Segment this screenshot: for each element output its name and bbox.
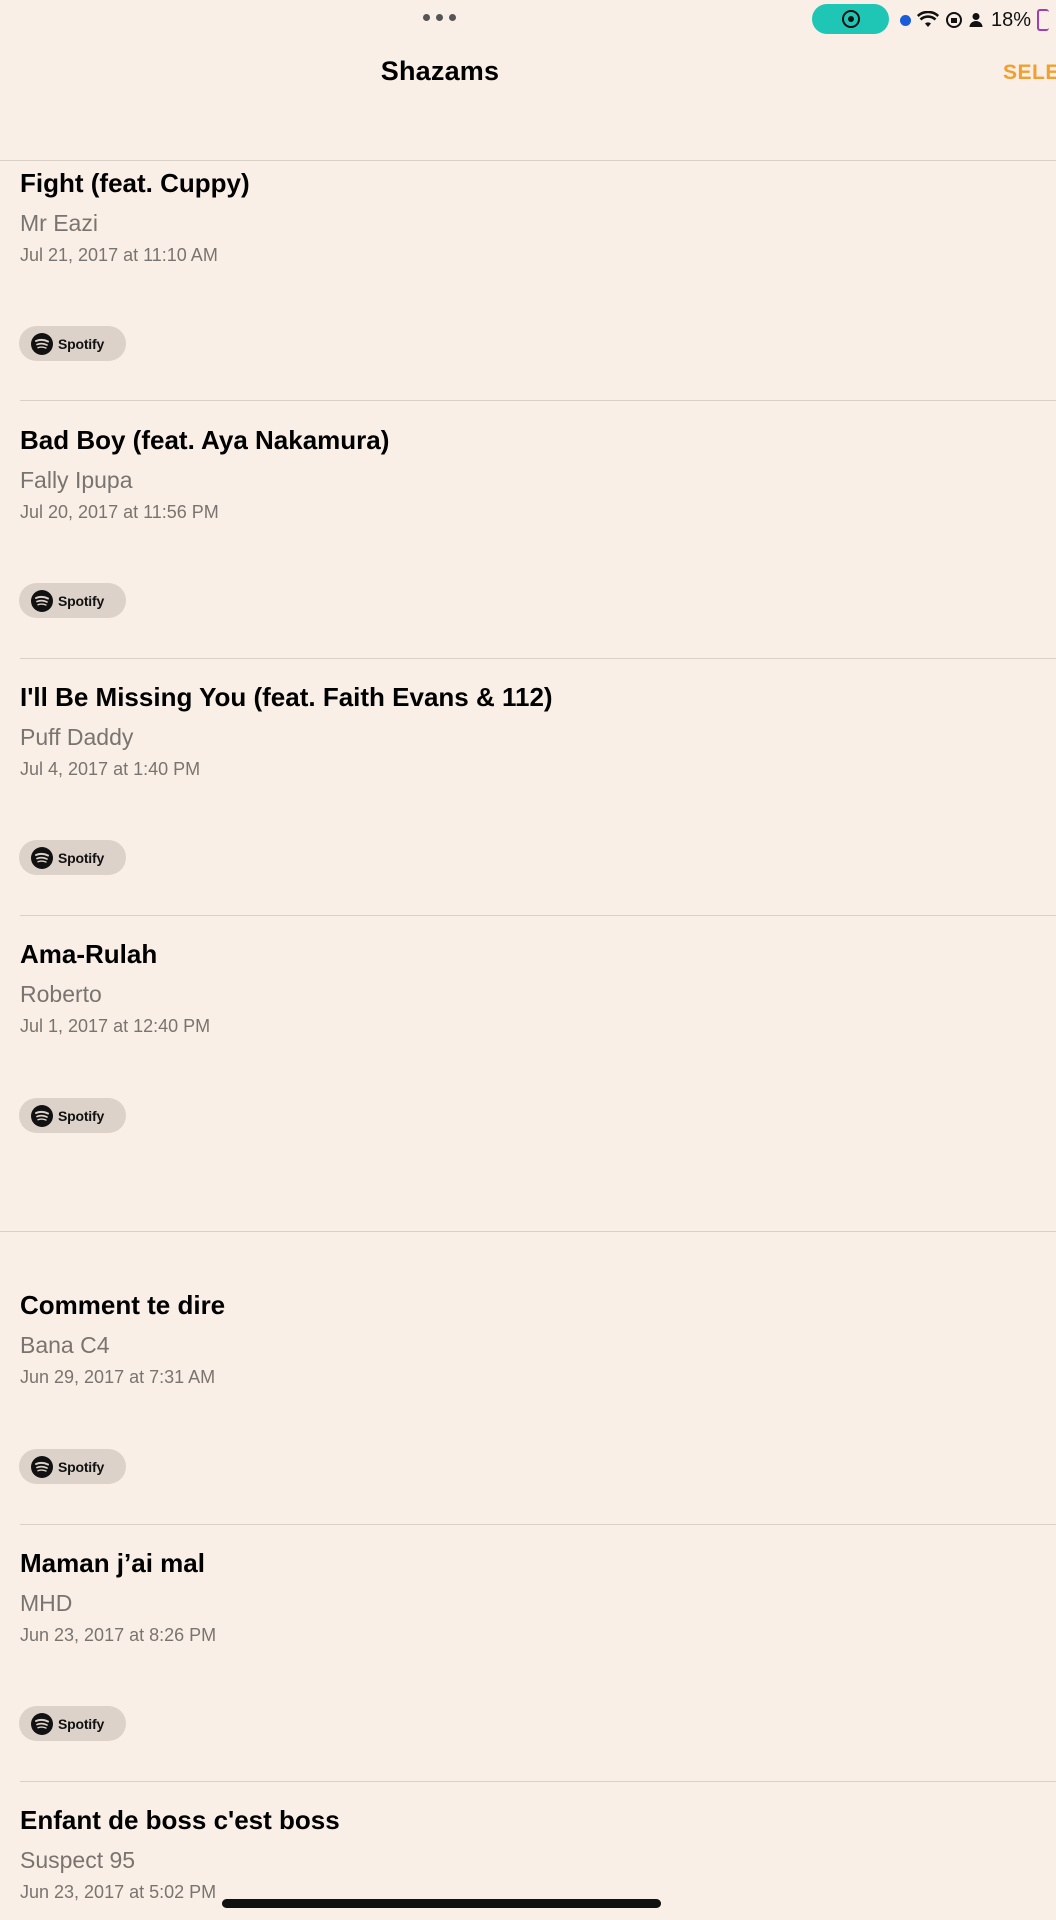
song-date: Jul 20, 2017 at 11:56 PM bbox=[20, 502, 219, 522]
select-button[interactable]: SELE bbox=[1003, 61, 1056, 85]
orientation-lock-icon bbox=[946, 12, 962, 28]
spotify-label: Spotify bbox=[58, 1458, 105, 1475]
song-artist: Bana C4 bbox=[20, 1332, 110, 1358]
wifi-icon bbox=[917, 11, 939, 27]
song-artist: Mr Eazi bbox=[20, 210, 98, 236]
spotify-label: Spotify bbox=[58, 335, 105, 352]
spotify-button[interactable]: Spotify bbox=[19, 1706, 126, 1741]
song-artist: MHD bbox=[20, 1590, 73, 1616]
divider bbox=[20, 400, 1056, 401]
song-artist: Fally Ipupa bbox=[20, 467, 133, 493]
song-date: Jun 23, 2017 at 5:02 PM bbox=[20, 1882, 217, 1902]
spotify-button[interactable]: Spotify bbox=[19, 1098, 126, 1133]
song-title: Ama-Rulah bbox=[20, 939, 158, 969]
battery-icon bbox=[1037, 9, 1050, 31]
divider bbox=[20, 915, 1056, 916]
song-title: Comment te dire bbox=[20, 1290, 226, 1320]
divider bbox=[0, 160, 1056, 161]
battery-percentage: 18% bbox=[991, 8, 1032, 31]
song-title: Fight (feat. Cuppy) bbox=[20, 168, 250, 198]
song-date: Jun 29, 2017 at 7:31 AM bbox=[20, 1367, 216, 1387]
song-date: Jul 4, 2017 at 1:40 PM bbox=[20, 759, 201, 779]
screen-recording-indicator[interactable] bbox=[812, 4, 889, 34]
song-date: Jul 1, 2017 at 12:40 PM bbox=[20, 1016, 211, 1036]
section-divider bbox=[0, 1231, 1056, 1232]
multitasking-dots-icon[interactable] bbox=[423, 14, 456, 21]
home-indicator[interactable] bbox=[222, 1899, 661, 1908]
spotify-icon bbox=[31, 1712, 53, 1735]
song-title: Bad Boy (feat. Aya Nakamura) bbox=[20, 425, 390, 455]
spotify-button[interactable]: Spotify bbox=[19, 840, 126, 875]
spotify-button[interactable]: Spotify bbox=[19, 583, 126, 618]
spotify-button[interactable]: Spotify bbox=[19, 326, 126, 361]
song-title: I'll Be Missing You (feat. Faith Evans &… bbox=[20, 682, 553, 712]
song-title: Maman j’ai mal bbox=[20, 1548, 205, 1578]
divider bbox=[20, 658, 1056, 659]
spotify-label: Spotify bbox=[58, 1715, 105, 1732]
divider bbox=[20, 1524, 1056, 1525]
song-date: Jul 21, 2017 at 11:10 AM bbox=[20, 245, 218, 265]
song-date: Jun 23, 2017 at 8:26 PM bbox=[20, 1625, 217, 1645]
spotify-label: Spotify bbox=[58, 1107, 105, 1124]
spotify-icon bbox=[31, 332, 53, 355]
spotify-button[interactable]: Spotify bbox=[19, 1449, 126, 1484]
spotify-label: Spotify bbox=[58, 592, 105, 609]
spotify-icon bbox=[31, 1455, 53, 1478]
song-title: Enfant de boss c'est boss bbox=[20, 1805, 340, 1835]
record-icon bbox=[841, 10, 860, 28]
song-artist: Suspect 95 bbox=[20, 1847, 136, 1873]
person-icon bbox=[969, 13, 983, 27]
divider bbox=[20, 1781, 1056, 1782]
song-artist: Puff Daddy bbox=[20, 724, 134, 750]
spotify-icon bbox=[31, 589, 53, 612]
spotify-label: Spotify bbox=[58, 849, 105, 866]
location-dot-icon bbox=[900, 14, 911, 26]
song-artist: Roberto bbox=[20, 981, 102, 1007]
status-bar: 18% bbox=[900, 8, 1050, 32]
page-title: Shazams bbox=[380, 56, 500, 86]
spotify-icon bbox=[31, 846, 53, 869]
spotify-icon bbox=[31, 1104, 53, 1127]
